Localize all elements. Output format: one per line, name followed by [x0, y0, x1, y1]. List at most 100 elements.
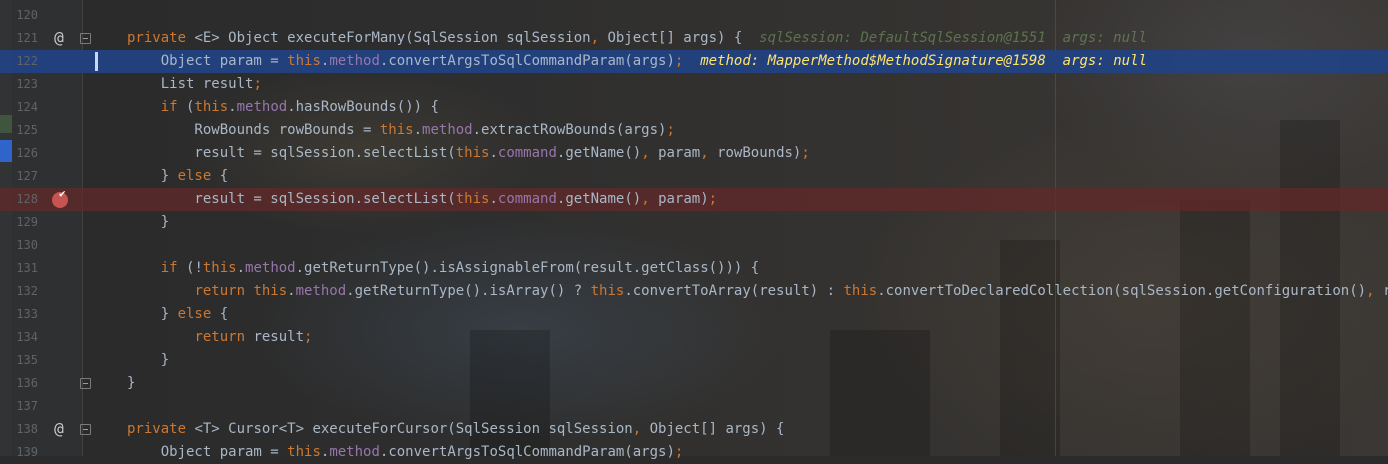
line-number[interactable]: 120	[12, 4, 38, 27]
code-line[interactable]: 127 } else {	[0, 165, 1388, 188]
line-number[interactable]: 129	[12, 211, 38, 234]
code-token: }	[127, 375, 136, 391]
code-text[interactable]: List result;	[127, 73, 262, 96]
code-text[interactable]: return this.method.getReturnType().isArr…	[127, 280, 1388, 303]
code-token: this	[379, 122, 414, 138]
fold-toggle-icon[interactable]	[80, 33, 91, 44]
line-number[interactable]: 135	[12, 349, 38, 372]
code-token: .	[287, 283, 296, 299]
code-token: ;	[666, 122, 675, 138]
override-at-icon[interactable]: @	[50, 29, 68, 47]
code-text[interactable]: return result;	[127, 326, 312, 349]
code-token: method	[236, 99, 288, 115]
code-line[interactable]: 120	[0, 4, 1388, 27]
code-line[interactable]: 130	[0, 234, 1388, 257]
line-number[interactable]: 130	[12, 234, 38, 257]
code-token: .extractRowBounds(args)	[472, 122, 667, 138]
code-line[interactable]: 139 Object param = this.method.convertAr…	[0, 441, 1388, 464]
code-token: ,	[641, 145, 659, 161]
line-number[interactable]: 138	[12, 418, 38, 441]
line-number[interactable]: 131	[12, 257, 38, 280]
code-token: private	[127, 30, 195, 46]
code-text[interactable]: }	[127, 372, 135, 395]
code-line[interactable]: 126 result = sqlSession.selectList(this.…	[0, 142, 1388, 165]
code-line[interactable]: 132 return this.method.getReturnType().i…	[0, 280, 1388, 303]
code-editor[interactable]: 120 121 @ private <E> Object executeForMany…	[0, 0, 1388, 460]
code-text[interactable]: private <T> Cursor<T> executeForCursor(S…	[127, 418, 784, 441]
code-token: .convertArgsToSqlCommandParam(args)	[379, 53, 675, 69]
line-number[interactable]: 132	[12, 280, 38, 303]
code-text[interactable]: Object param = this.method.convertArgsTo…	[127, 441, 684, 464]
line-number[interactable]: 134	[12, 326, 38, 349]
line-number[interactable]: 127	[12, 165, 38, 188]
code-token: (!	[186, 260, 203, 276]
code-line[interactable]: 131 if (!this.method.getReturnType().isA…	[0, 257, 1388, 280]
code-token: result = sqlSession.selectList(	[127, 191, 456, 207]
line-number[interactable]: 128	[12, 188, 38, 211]
code-text[interactable]: RowBounds rowBounds = this.method.extrac…	[127, 119, 675, 142]
code-text[interactable]: private <E> Object executeForMany(SqlSes…	[127, 27, 1147, 50]
code-token: Object[] args) {	[607, 30, 760, 46]
code-text[interactable]: }	[127, 349, 169, 372]
code-token: return	[194, 329, 254, 345]
code-text[interactable]: }	[127, 211, 169, 234]
code-line[interactable]: 138 @ private <T> Cursor<T> executeForCurs…	[0, 418, 1388, 441]
override-at-icon[interactable]: @	[50, 420, 68, 438]
line-number[interactable]: 137	[12, 395, 38, 418]
code-line[interactable]: 128 ✔ result = sqlSession.selectList(this…	[0, 188, 1388, 211]
line-number[interactable]: 121	[12, 27, 38, 50]
code-token: result = sqlSession.selectList(	[127, 145, 456, 161]
code-line[interactable]: 129 }	[0, 211, 1388, 234]
breakpoint-verified-check-icon: ✔	[59, 187, 66, 200]
line-number[interactable]: 133	[12, 303, 38, 326]
code-token: .getName()	[556, 145, 642, 161]
code-token: }	[127, 214, 170, 230]
code-line[interactable]: 136}	[0, 372, 1388, 395]
code-token: .hasRowBounds()) {	[287, 99, 439, 115]
code-text[interactable]: result = sqlSession.selectList(this.comm…	[127, 188, 717, 211]
code-token: {	[219, 306, 229, 322]
line-number[interactable]: 123	[12, 73, 38, 96]
code-text[interactable]: } else {	[127, 165, 228, 188]
code-line[interactable]: 134 return result;	[0, 326, 1388, 349]
code-line[interactable]: 124 if (this.method.hasRowBounds()) {	[0, 96, 1388, 119]
code-token: this	[202, 260, 237, 276]
fold-toggle-icon[interactable]	[80, 378, 91, 389]
code-text[interactable]: result = sqlSession.selectList(this.comm…	[127, 142, 810, 165]
code-text[interactable]: Object param = this.method.convertArgsTo…	[127, 50, 1147, 73]
code-token: this	[590, 283, 625, 299]
code-line[interactable]: 133 } else {	[0, 303, 1388, 326]
code-token: method	[329, 53, 380, 69]
code-token: ;	[801, 145, 810, 161]
fold-toggle-icon[interactable]	[80, 424, 91, 435]
code-token: .	[489, 191, 498, 207]
line-number[interactable]: 125	[12, 119, 38, 142]
code-line[interactable]: 135 }	[0, 349, 1388, 372]
line-number[interactable]: 124	[12, 96, 38, 119]
code-token: command	[497, 191, 557, 207]
line-number[interactable]: 139	[12, 441, 38, 464]
code-token: .getReturnType().isAssignableFrom(result…	[295, 260, 760, 276]
code-line[interactable]: 121 @ private <E> Object executeForMany(Sq…	[0, 27, 1388, 50]
code-token: .getReturnType().isArray() ?	[346, 283, 591, 299]
line-number[interactable]: 136	[12, 372, 38, 395]
code-token: this	[287, 444, 321, 460]
line-number[interactable]: 122	[12, 50, 38, 73]
code-token: .convertToDeclaredCollection(sqlSession.…	[877, 283, 1367, 299]
code-line[interactable]: 125 RowBounds rowBounds = this.method.ex…	[0, 119, 1388, 142]
line-number[interactable]: 126	[12, 142, 38, 165]
code-token: ,	[700, 145, 718, 161]
code-line[interactable]: 123 List result;	[0, 73, 1388, 96]
code-token: .	[489, 145, 498, 161]
code-text[interactable]: if (this.method.hasRowBounds()) {	[127, 96, 439, 119]
code-token: ,	[641, 191, 659, 207]
code-token: if	[160, 260, 187, 276]
code-token: this	[287, 53, 321, 69]
code-token: result	[253, 329, 305, 345]
code-text[interactable]: } else {	[127, 303, 228, 326]
code-text[interactable]: if (!this.method.getReturnType().isAssig…	[127, 257, 759, 280]
code-line[interactable]: 137	[0, 395, 1388, 418]
code-line[interactable]: 122 Object param = this.method.convertAr…	[0, 50, 1388, 73]
code-token: }	[127, 168, 178, 184]
code-token: <T> Cursor<T> executeForCursor(SqlSessio…	[194, 421, 633, 437]
